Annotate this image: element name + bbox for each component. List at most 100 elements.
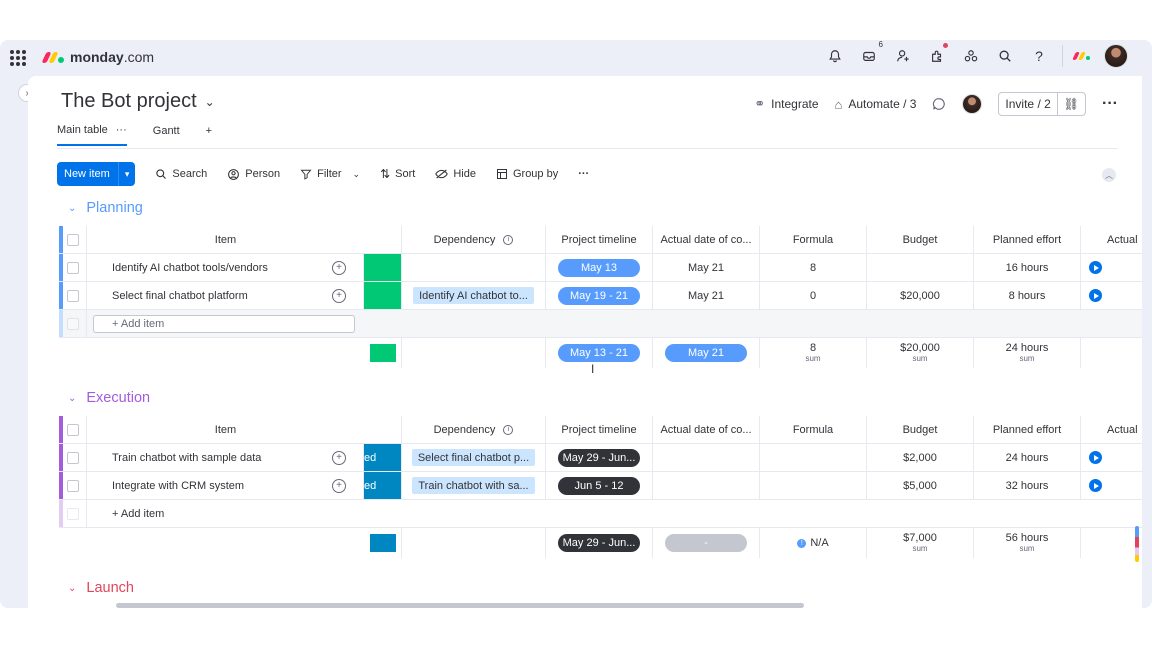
row-checkbox[interactable] — [66, 289, 79, 302]
product-switcher-icon[interactable] — [1062, 45, 1092, 67]
inbox-icon[interactable]: 6 — [858, 40, 883, 67]
person-filter-button[interactable]: Person — [227, 168, 280, 181]
column-header-actual[interactable]: Actual — [1081, 226, 1142, 253]
group-header-planning[interactable]: ⌄ Planning — [68, 200, 143, 216]
dependency-cell[interactable]: Select final chatbot p... — [402, 444, 546, 471]
chevron-down-icon[interactable]: ⌄ — [205, 95, 215, 109]
dependency-chip[interactable]: Train chatbot with sa... — [412, 477, 535, 494]
play-timer-icon[interactable] — [1089, 289, 1102, 302]
new-item-dropdown-icon[interactable]: ▾ — [117, 162, 136, 186]
add-item-row[interactable]: + Add item — [59, 310, 1142, 338]
table-row[interactable]: Integrate with CRM system + ed Train cha… — [59, 472, 1142, 500]
dependency-cell[interactable]: Identify AI chatbot to... — [402, 282, 546, 309]
info-icon[interactable]: i — [503, 424, 514, 435]
add-update-icon[interactable]: + — [332, 288, 346, 303]
vertical-scrollbar[interactable] — [1135, 526, 1139, 562]
timeline-cell[interactable]: May 13 — [546, 254, 653, 281]
dependency-chip[interactable]: Identify AI chatbot to... — [413, 287, 534, 304]
copy-link-icon[interactable]: ⛓ — [1056, 93, 1085, 115]
updates-button[interactable] — [932, 97, 946, 111]
dependency-cell[interactable] — [402, 254, 546, 281]
item-name[interactable]: Select final chatbot platform — [112, 290, 248, 302]
collapse-header-icon[interactable]: ︿ — [1102, 168, 1116, 182]
search-icon[interactable] — [994, 45, 1016, 67]
budget-cell[interactable]: $2,000 — [867, 444, 974, 471]
new-item-button[interactable]: New item ▾ — [57, 162, 136, 186]
planned-effort-cell[interactable]: 24 hours — [974, 444, 1081, 471]
item-name[interactable]: Integrate with CRM system — [112, 480, 244, 492]
row-checkbox[interactable] — [66, 451, 79, 464]
column-header-actual-date[interactable]: Actual date of co... — [653, 226, 760, 253]
group-header-launch[interactable]: ⌄ Launch — [68, 580, 134, 596]
column-header-dependency[interactable]: Dependency i — [402, 226, 546, 253]
item-name[interactable]: Identify AI chatbot tools/vendors — [112, 262, 268, 274]
planned-effort-cell[interactable]: 16 hours — [974, 254, 1081, 281]
planned-effort-cell[interactable]: 32 hours — [974, 472, 1081, 499]
info-icon[interactable]: i — [503, 234, 514, 245]
column-header-dependency[interactable]: Dependency i — [402, 416, 546, 443]
apps-marketplace-icon[interactable] — [926, 43, 948, 67]
board-member-avatar[interactable] — [962, 94, 983, 114]
column-header-formula[interactable]: Formula — [760, 416, 867, 443]
group-title[interactable]: Planning — [86, 200, 142, 216]
toolbar-more-icon[interactable]: ··· — [578, 168, 589, 180]
tab-gantt[interactable]: Gantt — [153, 124, 180, 146]
column-header-budget[interactable]: Budget — [867, 226, 974, 253]
column-header-timeline[interactable]: Project timeline — [546, 226, 653, 253]
hide-button[interactable]: Hide — [435, 168, 476, 180]
add-item-input[interactable]: + Add item — [93, 314, 355, 333]
column-header-actual-date[interactable]: Actual date of co... — [653, 416, 760, 443]
planned-effort-cell[interactable]: 8 hours — [974, 282, 1081, 309]
actual-date-cell[interactable]: May 21 — [653, 282, 760, 309]
add-item-link[interactable]: + Add item — [112, 508, 164, 520]
more-options-icon[interactable]: ··· — [1102, 95, 1118, 113]
horizontal-scrollbar[interactable] — [116, 603, 804, 608]
add-item-row[interactable]: + Add item — [59, 500, 1142, 528]
column-header-planned-effort[interactable]: Planned effort — [974, 416, 1081, 443]
table-row[interactable]: Select final chatbot platform + Identify… — [59, 282, 1142, 310]
help-icon[interactable]: ? — [1028, 45, 1050, 67]
timeline-cell[interactable]: May 29 - Jun... — [546, 444, 653, 471]
user-avatar[interactable] — [1104, 44, 1128, 68]
status-cell[interactable] — [364, 254, 402, 281]
automate-button[interactable]: ⌂ Automate / 3 — [835, 97, 917, 112]
invite-members-icon[interactable] — [892, 45, 914, 67]
dependency-cell[interactable]: Train chatbot with sa... — [402, 472, 546, 499]
status-cell[interactable]: ed — [364, 444, 402, 471]
column-header-actual[interactable]: Actual — [1081, 416, 1142, 443]
table-row[interactable]: Train chatbot with sample data + ed Sele… — [59, 444, 1142, 472]
column-header-item[interactable]: Item — [87, 226, 364, 253]
chevron-down-icon[interactable]: ⌄ — [353, 169, 361, 180]
tab-menu-icon[interactable]: ··· — [116, 124, 127, 136]
add-view-button[interactable]: + — [206, 124, 212, 146]
status-cell[interactable] — [364, 282, 402, 309]
play-timer-icon[interactable] — [1089, 261, 1102, 274]
actual-date-cell[interactable] — [653, 444, 760, 471]
column-header-item[interactable]: Item — [87, 416, 364, 443]
sort-button[interactable]: ⇅ Sort — [380, 167, 415, 181]
invite-button[interactable]: Invite / 2 ⛓ — [998, 92, 1087, 116]
item-name[interactable]: Train chatbot with sample data — [112, 452, 261, 464]
timeline-cell[interactable]: Jun 5 - 12 — [546, 472, 653, 499]
column-header-budget[interactable]: Budget — [867, 416, 974, 443]
status-cell[interactable]: ed — [364, 472, 402, 499]
budget-cell[interactable]: $5,000 — [867, 472, 974, 499]
add-update-icon[interactable]: + — [332, 478, 346, 493]
dependency-chip[interactable]: Select final chatbot p... — [411, 449, 536, 466]
budget-cell[interactable] — [867, 254, 974, 281]
select-all-checkbox[interactable] — [66, 423, 79, 436]
chevron-down-icon[interactable]: ⌄ — [68, 203, 76, 214]
chevron-down-icon[interactable]: ⌄ — [68, 583, 76, 594]
group-title[interactable]: Execution — [86, 390, 150, 406]
add-update-icon[interactable]: + — [332, 450, 346, 465]
workspace-icon[interactable] — [960, 45, 982, 67]
board-title[interactable]: The Bot project ⌄ — [61, 90, 215, 113]
group-by-button[interactable]: Group by — [496, 168, 558, 180]
monday-logo[interactable]: monday.com — [41, 49, 154, 65]
integrate-button[interactable]: ⚭ Integrate — [754, 96, 818, 112]
play-timer-icon[interactable] — [1089, 479, 1102, 492]
tab-main-table[interactable]: Main table ··· — [57, 124, 127, 146]
column-header-timeline[interactable]: Project timeline — [546, 416, 653, 443]
filter-button[interactable]: Filter ⌄ — [300, 168, 360, 180]
notifications-bell-icon[interactable] — [824, 45, 846, 67]
